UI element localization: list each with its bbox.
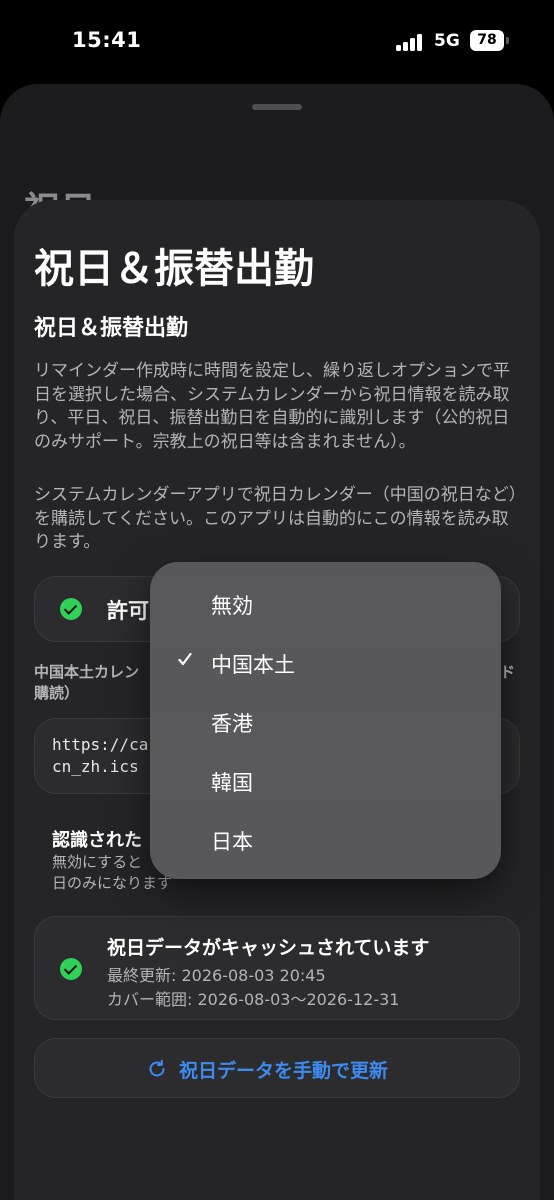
cache-status-title: 祝日データがキャッシュされています	[107, 937, 430, 959]
permission-label: 許可	[107, 599, 149, 623]
sheet-grabber[interactable]	[252, 104, 302, 110]
status-time: 15:41	[72, 28, 142, 52]
battery-icon: 78	[470, 30, 504, 51]
checkmark-circle-icon	[60, 958, 82, 980]
page-title: 祝日＆振替出勤	[34, 246, 314, 292]
checkmark-circle-icon	[60, 598, 82, 620]
manual-refresh-label: 祝日データを手動で更新	[179, 1060, 389, 1082]
cache-last-updated: 最終更新: 2026-08-03 20:45	[107, 966, 326, 985]
status-bar: 15:41 5G 78	[0, 0, 554, 84]
recognition-desc-line2: 日のみになります	[52, 874, 173, 892]
menu-item-mainland-china[interactable]: 中国本土	[150, 635, 501, 693]
cache-coverage: カバー範囲: 2026-08-03～2026-12-31	[107, 990, 400, 1009]
refresh-icon	[149, 1059, 165, 1077]
battery-tip	[506, 37, 509, 44]
network-type: 5G	[434, 31, 460, 51]
section-title: 祝日＆振替出勤	[34, 316, 189, 341]
checkmark-icon	[178, 649, 192, 669]
menu-item-label: 韓国	[211, 771, 253, 795]
manual-refresh-button[interactable]: 祝日データを手動で更新	[34, 1038, 520, 1098]
menu-item-label: 日本	[211, 830, 253, 854]
menu-item-label: 中国本土	[211, 653, 295, 677]
menu-item-disabled[interactable]: 無効	[150, 576, 501, 634]
region-dropdown-menu: 無効 中国本土 香港 韓国 日本	[150, 562, 501, 879]
description-text: リマインダー作成時に時間を設定し、繰り返しオプションで平日を選択した場合、システ…	[34, 361, 510, 452]
calendar-url-text: https://ca cn_zh.ics	[52, 734, 148, 778]
calendar-url-line2: cn_zh.ics	[52, 757, 139, 776]
calendar-url-line1: https://ca	[52, 735, 149, 754]
subscription-hint-text: システムカレンダーアプリで祝日カレンダー（中国の祝日など）を購読してください。こ…	[34, 485, 518, 552]
calendar-source-label-tail: ド	[500, 663, 516, 681]
menu-item-korea[interactable]: 韓国	[150, 753, 501, 811]
calendar-source-label-text: 中国本土カレン	[34, 663, 140, 681]
cache-status-row: 祝日データがキャッシュされています 最終更新: 2026-08-03 20:45…	[34, 916, 520, 1020]
recognition-title: 認識された	[52, 830, 142, 851]
menu-item-label: 無効	[211, 594, 253, 618]
menu-item-japan[interactable]: 日本	[150, 812, 501, 870]
cellular-signal-icon	[396, 33, 428, 51]
menu-item-hong-kong[interactable]: 香港	[150, 694, 501, 752]
menu-item-label: 香港	[211, 712, 253, 736]
